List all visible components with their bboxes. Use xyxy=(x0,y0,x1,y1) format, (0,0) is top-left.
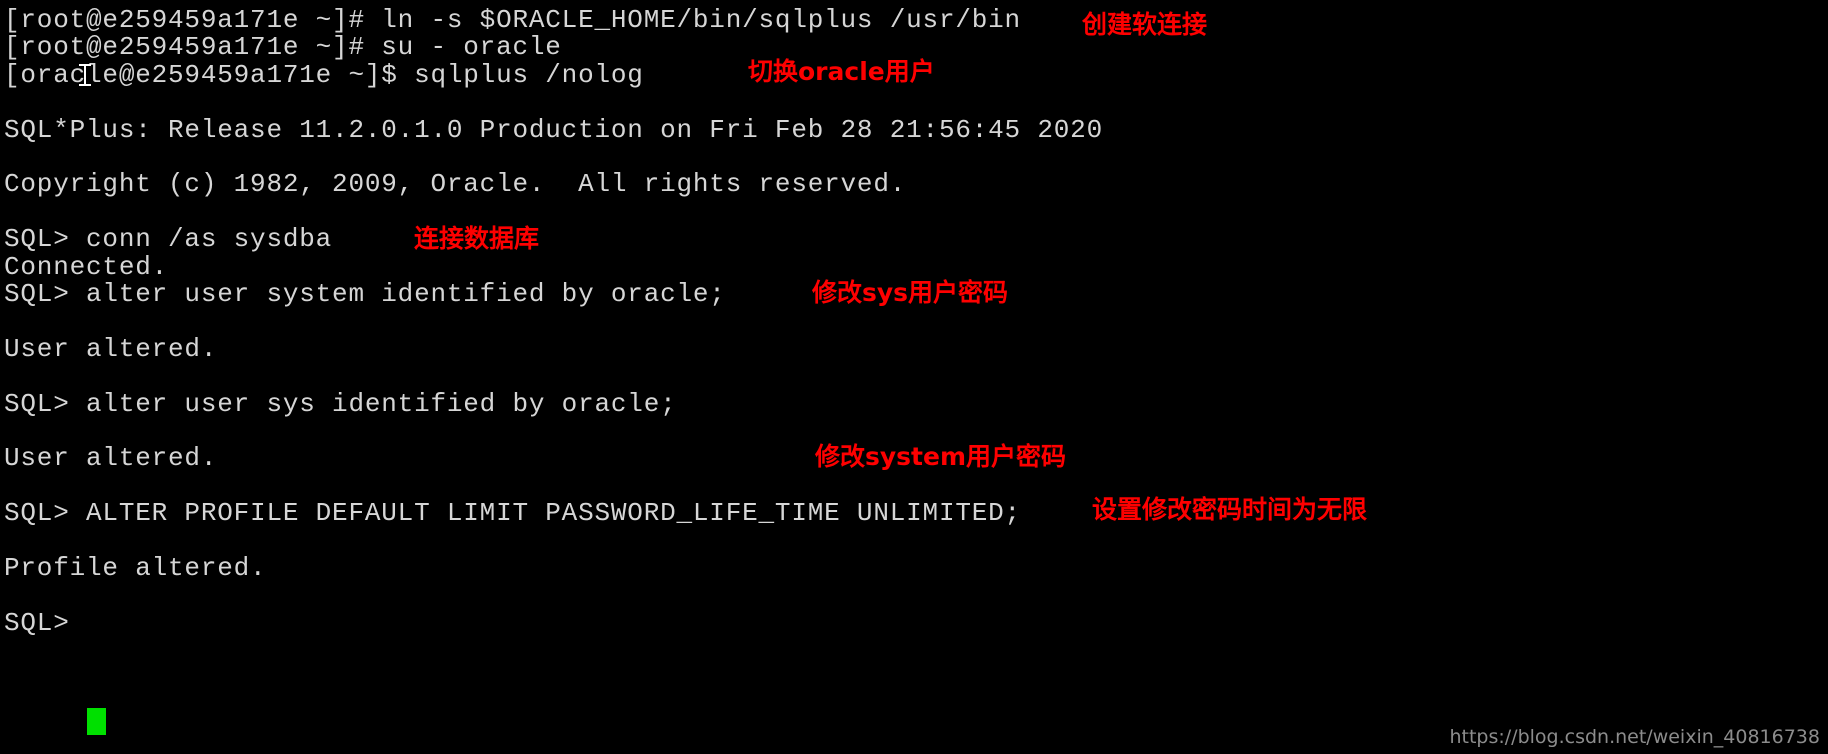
annotation-label: 创建软连接 xyxy=(1082,10,1208,39)
annotation-label: 连接数据库 xyxy=(414,224,540,253)
terminal-line: SQL> alter user sys identified by oracle… xyxy=(4,388,677,419)
text-cursor-block xyxy=(87,708,106,735)
watermark-url: https://blog.csdn.net/weixin_40816738 xyxy=(1449,726,1820,748)
terminal-window[interactable]: [root@e259459a171e ~]# ln -s $ORACLE_HOM… xyxy=(0,0,1828,754)
terminal-line: SQL> alter user system identified by ora… xyxy=(4,279,726,309)
annotation-label: 设置修改密码时间为无限 xyxy=(1092,495,1368,524)
annotation-label: 切换oracle用户 xyxy=(748,57,935,86)
terminal-line: SQL> ALTER PROFILE DEFAULT LIMIT PASSWOR… xyxy=(4,498,1021,529)
terminal-line: [oracle@e259459a171e ~]$ sqlplus /nolog xyxy=(4,59,644,90)
terminal-line: SQL> xyxy=(4,607,87,638)
terminal-line: SQL*Plus: Release 11.2.0.1.0 Production … xyxy=(4,114,1103,145)
terminal-line: User altered. xyxy=(4,333,218,364)
terminal-line: Copyright (c) 1982, 2009, Oracle. All ri… xyxy=(4,169,907,200)
annotation-label: 修改sys用户密码 xyxy=(812,278,1009,307)
terminal-line: Profile altered. xyxy=(4,553,267,583)
terminal-line: User altered. xyxy=(4,443,218,474)
annotation-label: 修改system用户密码 xyxy=(815,442,1067,471)
